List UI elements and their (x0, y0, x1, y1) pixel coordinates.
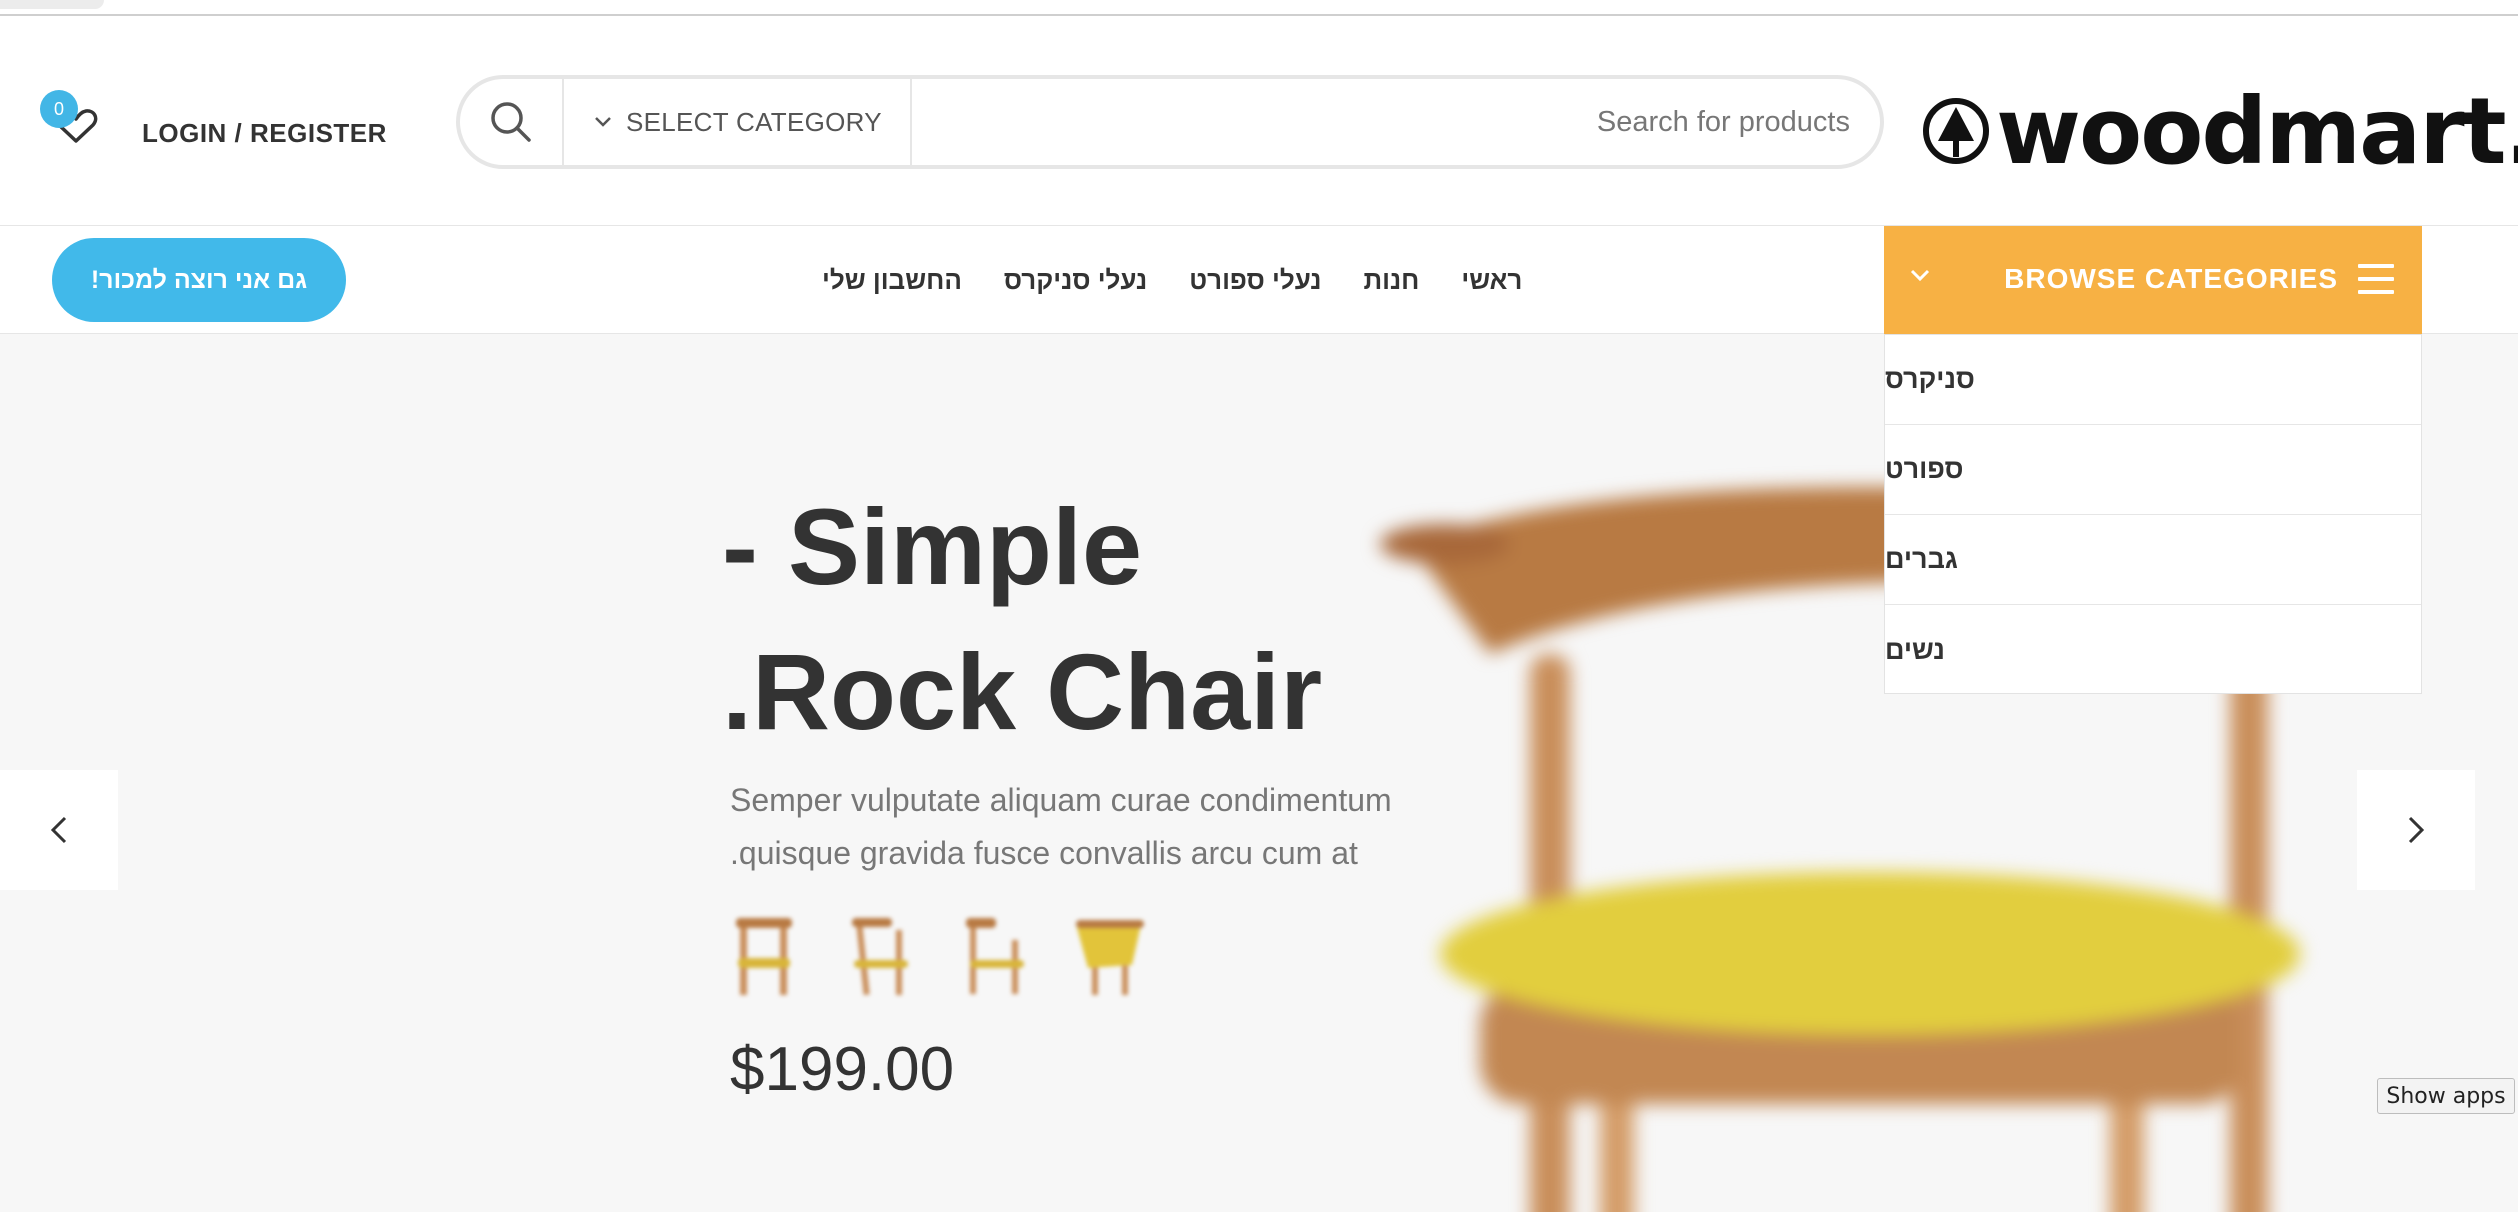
menu-item-sport-shoes[interactable]: נעלי ספורט (1189, 265, 1321, 296)
site-header: 0 LOGIN / REGISTER SELECT CATEGORY woodm… (0, 16, 2518, 226)
menu-item-sneakers[interactable]: נעלי סניקרס (1004, 265, 1147, 296)
product-thumbnails (728, 910, 1184, 1000)
hero-description-line: Semper vulputate aliquam curae condiment… (730, 782, 1392, 818)
slider-next-button[interactable] (2357, 770, 2475, 890)
browse-categories-button[interactable]: BROWSE CATEGORIES (1884, 226, 2422, 334)
category-item-sport[interactable]: ספורט (1885, 425, 2421, 515)
category-select[interactable]: SELECT CATEGORY (564, 79, 912, 165)
chevron-right-icon (2408, 816, 2425, 844)
chair-thumbnail[interactable] (956, 910, 1036, 1000)
product-price: $199.00 (730, 1035, 955, 1104)
search-icon (491, 102, 531, 142)
chair-thumbnail[interactable] (842, 910, 922, 1000)
product-search-bar: SELECT CATEGORY (456, 75, 1884, 169)
chevron-down-icon (595, 117, 611, 127)
logo-text: woodmart. (1996, 77, 2518, 185)
menu-item-shop[interactable]: חנות (1363, 265, 1419, 296)
hero-description: Semper vulputate aliquam curae condiment… (730, 774, 1490, 880)
hero-title-line: .Rock Chair (722, 631, 1323, 752)
category-item-sneakers[interactable]: סניקרס (1885, 335, 2421, 425)
category-select-label: SELECT CATEGORY (626, 106, 882, 137)
show-apps-button[interactable]: Show apps (2377, 1078, 2515, 1114)
category-item-women[interactable]: נשים (1885, 605, 2421, 695)
hamburger-icon (2358, 264, 2394, 294)
tab-edge (0, 0, 104, 9)
chair-thumbnail[interactable] (1070, 910, 1150, 1000)
wishlist-count-badge: 0 (40, 90, 78, 128)
category-item-men[interactable]: גברים (1885, 515, 2421, 605)
main-menu: ראשי חנות נעלי ספורט נעלי סניקרס החשבון … (780, 226, 1522, 334)
menu-item-my-account[interactable]: החשבון שלי (822, 265, 962, 296)
search-input[interactable] (914, 79, 1880, 165)
search-button[interactable] (460, 79, 564, 165)
browser-top-strip (0, 0, 2518, 16)
site-logo[interactable]: woodmart. (1922, 76, 2518, 186)
hero-title: - Simple .Rock Chair (722, 474, 1482, 764)
browse-categories-label: BROWSE CATEGORIES (2004, 263, 2338, 294)
wishlist-button[interactable]: 0 (40, 90, 110, 160)
chevron-down-icon (1910, 269, 1930, 282)
sell-cta-button[interactable]: גם אני רוצה למכור! (52, 238, 346, 322)
tree-logo-icon (1923, 98, 1989, 164)
hero-description-line: .quisque gravida fusce convallis arcu cu… (730, 835, 1358, 871)
hero-title-line: - Simple (722, 486, 1143, 607)
main-nav-bar: גם אני רוצה למכור! ראשי חנות נעלי ספורט … (0, 226, 2518, 334)
chair-thumbnail[interactable] (728, 910, 808, 1000)
menu-item-home[interactable]: ראשי (1461, 265, 1522, 296)
login-register-link[interactable]: LOGIN / REGISTER (142, 118, 387, 149)
categories-dropdown: סניקרס ספורט גברים נשים (1884, 334, 2422, 694)
chevron-left-icon (50, 816, 67, 844)
slider-prev-button[interactable] (0, 770, 118, 890)
